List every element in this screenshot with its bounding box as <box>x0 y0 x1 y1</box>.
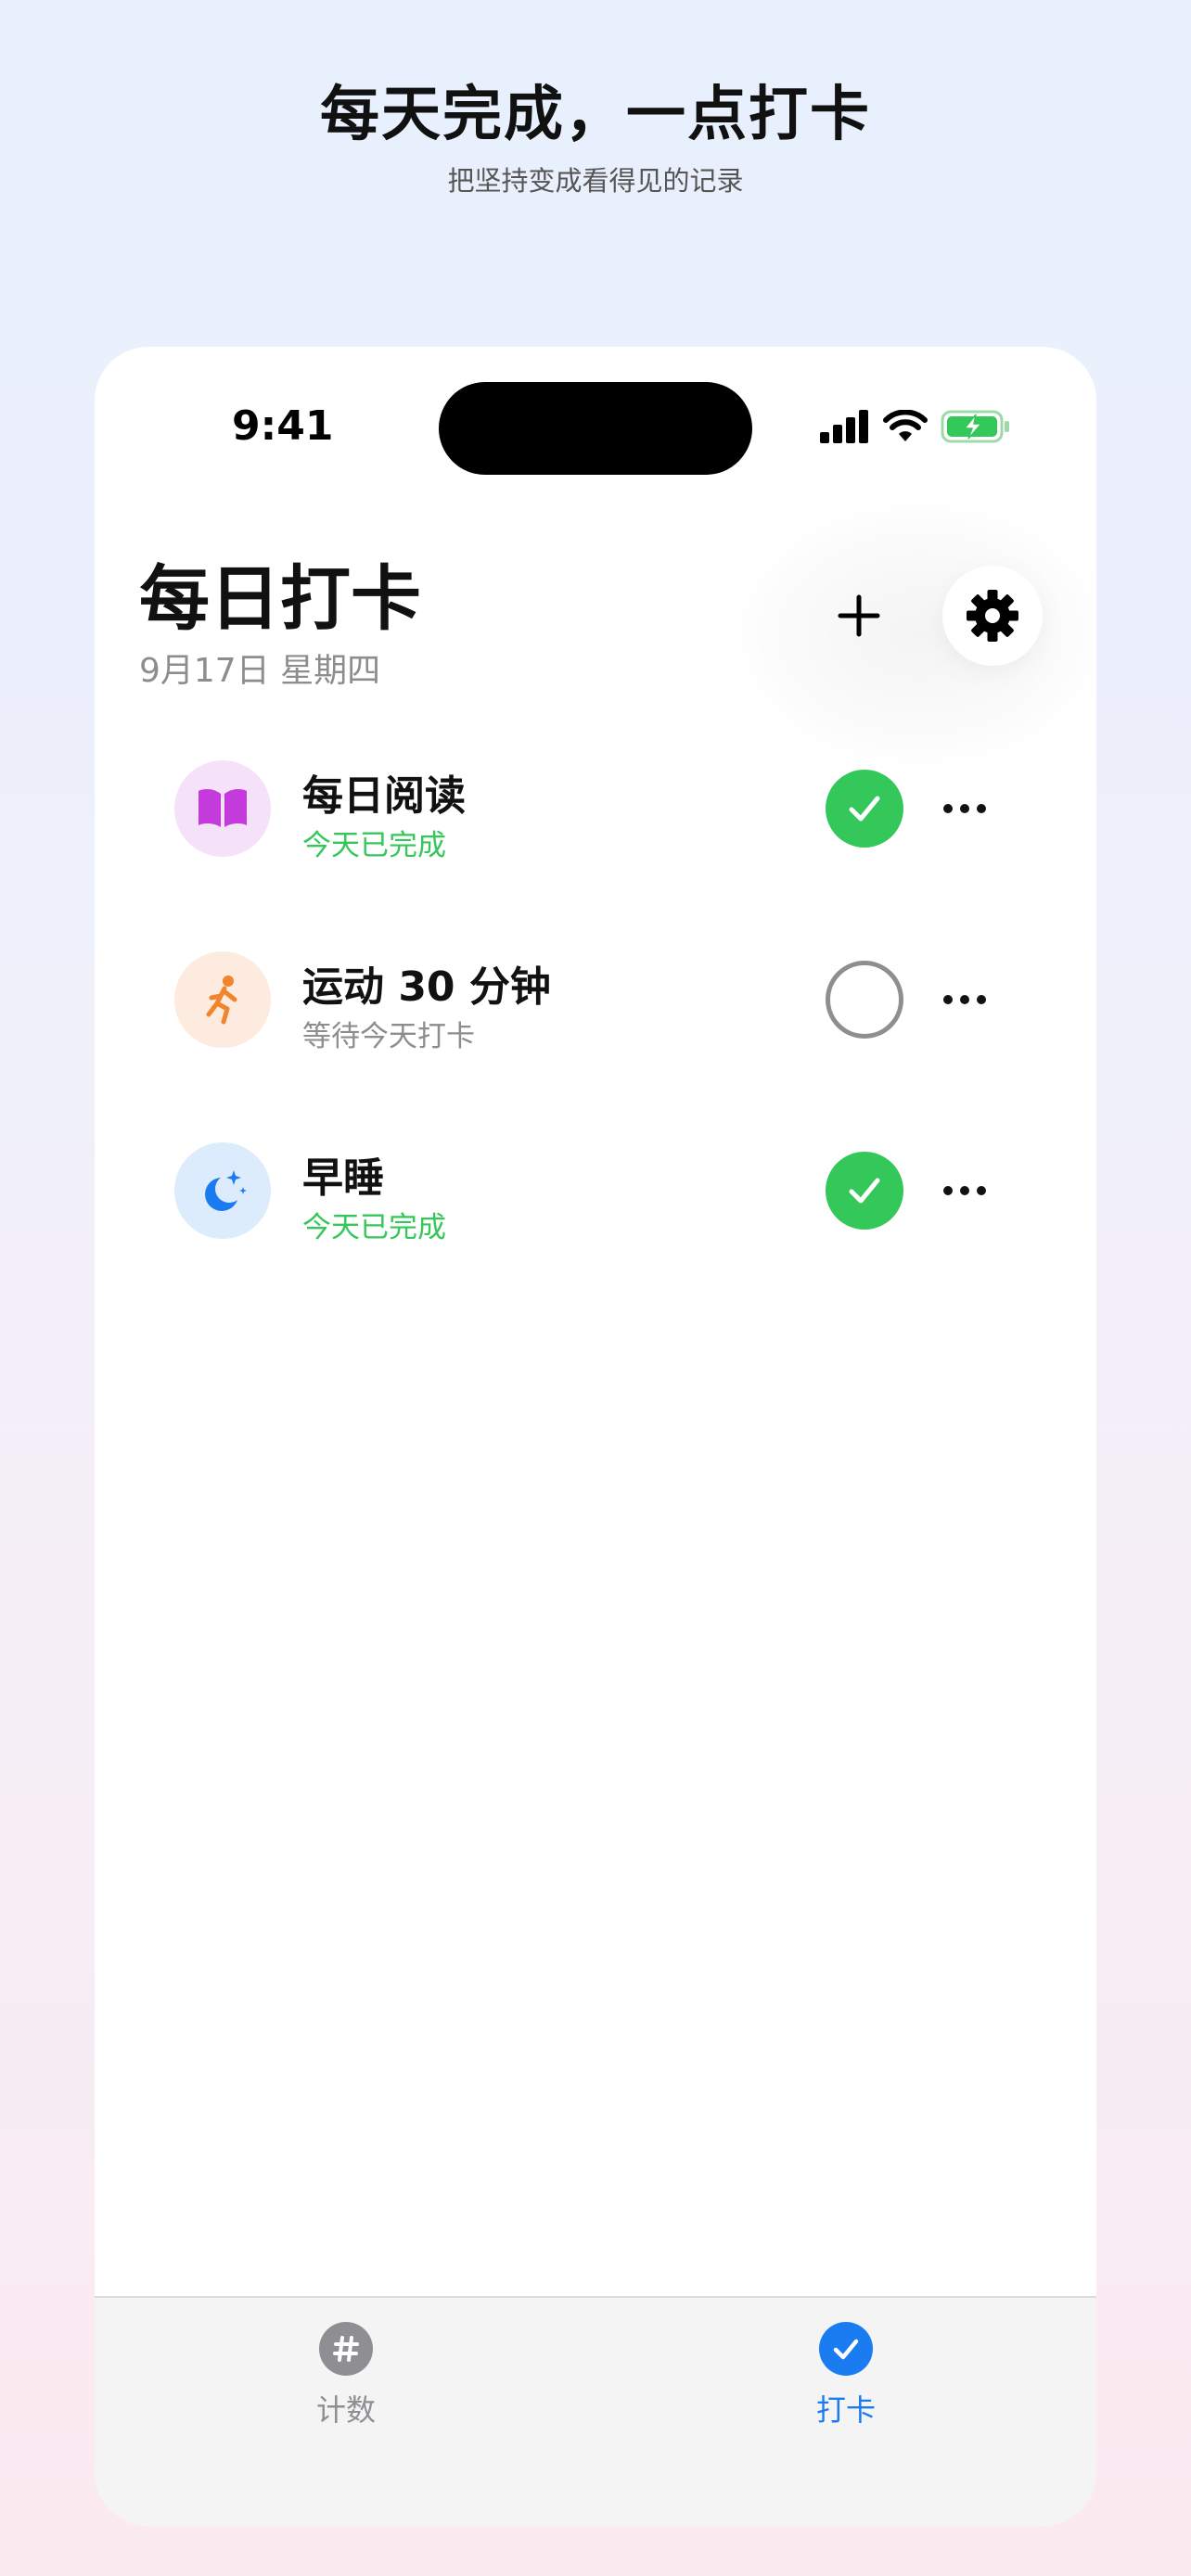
ellipsis-icon <box>943 804 953 813</box>
ellipsis-icon <box>943 1186 953 1195</box>
settings-button[interactable] <box>942 566 1043 666</box>
more-options-button[interactable] <box>929 972 1000 1027</box>
wifi-icon <box>883 410 928 441</box>
habit-status: 今天已完成 <box>302 829 446 862</box>
page-title: 每日打卡 <box>139 557 421 640</box>
habit-name: 早睡 <box>302 1154 384 1202</box>
habit-icon-badge <box>174 1142 271 1239</box>
phone-frame: 9:41 每日打卡 9月17日 星期四 每日阅读 今天已完成 运动 30 分钟 … <box>95 347 1096 2526</box>
book-icon <box>198 789 247 827</box>
habit-name: 每日阅读 <box>302 772 466 820</box>
habit-status: 等待今天打卡 <box>302 1020 475 1053</box>
checkmark-icon <box>849 796 880 822</box>
habit-icon-badge <box>174 760 271 857</box>
cellular-signal-icon <box>820 410 868 443</box>
plus-icon <box>838 594 880 637</box>
checkmark-icon <box>819 2322 873 2376</box>
gear-icon <box>967 590 1018 642</box>
habit-row-exercise[interactable]: 运动 30 分钟 等待今天打卡 <box>95 909 1096 1100</box>
checkmark-icon <box>849 1178 880 1204</box>
hash-icon <box>319 2322 373 2376</box>
habit-name: 运动 30 分钟 <box>302 963 551 1011</box>
tab-bar: 计数 打卡 <box>95 2296 1096 2526</box>
add-habit-button[interactable] <box>809 566 909 666</box>
more-options-button[interactable] <box>929 1163 1000 1218</box>
running-figure-icon <box>206 976 237 1025</box>
hero-subtitle: 把坚持变成看得见的记录 <box>447 165 744 197</box>
battery-charging-icon <box>941 410 1009 443</box>
checkin-toggle-done[interactable] <box>826 1152 903 1230</box>
tab-label: 打卡 <box>815 2392 876 2428</box>
tab-counter[interactable]: 计数 <box>253 2322 439 2461</box>
habit-icon-badge <box>174 951 271 1048</box>
status-time: 9:41 <box>232 402 334 450</box>
habit-row-reading[interactable]: 每日阅读 今天已完成 <box>95 718 1096 909</box>
hero-title: 每天完成，一点打卡 <box>320 81 871 149</box>
checkin-toggle-done[interactable] <box>826 770 903 848</box>
more-options-button[interactable] <box>929 781 1000 836</box>
checkin-toggle-pending[interactable] <box>826 961 903 1039</box>
habit-row-sleep[interactable]: 早睡 今天已完成 <box>95 1100 1096 1291</box>
tab-label: 计数 <box>315 2392 376 2428</box>
habit-status: 今天已完成 <box>302 1211 446 1244</box>
tab-checkin[interactable]: 打卡 <box>753 2322 939 2461</box>
ellipsis-icon <box>943 995 953 1004</box>
page-date: 9月17日 星期四 <box>139 652 381 690</box>
dynamic-island <box>439 382 752 475</box>
moon-stars-icon <box>205 1170 247 1211</box>
status-icons <box>820 406 1011 447</box>
